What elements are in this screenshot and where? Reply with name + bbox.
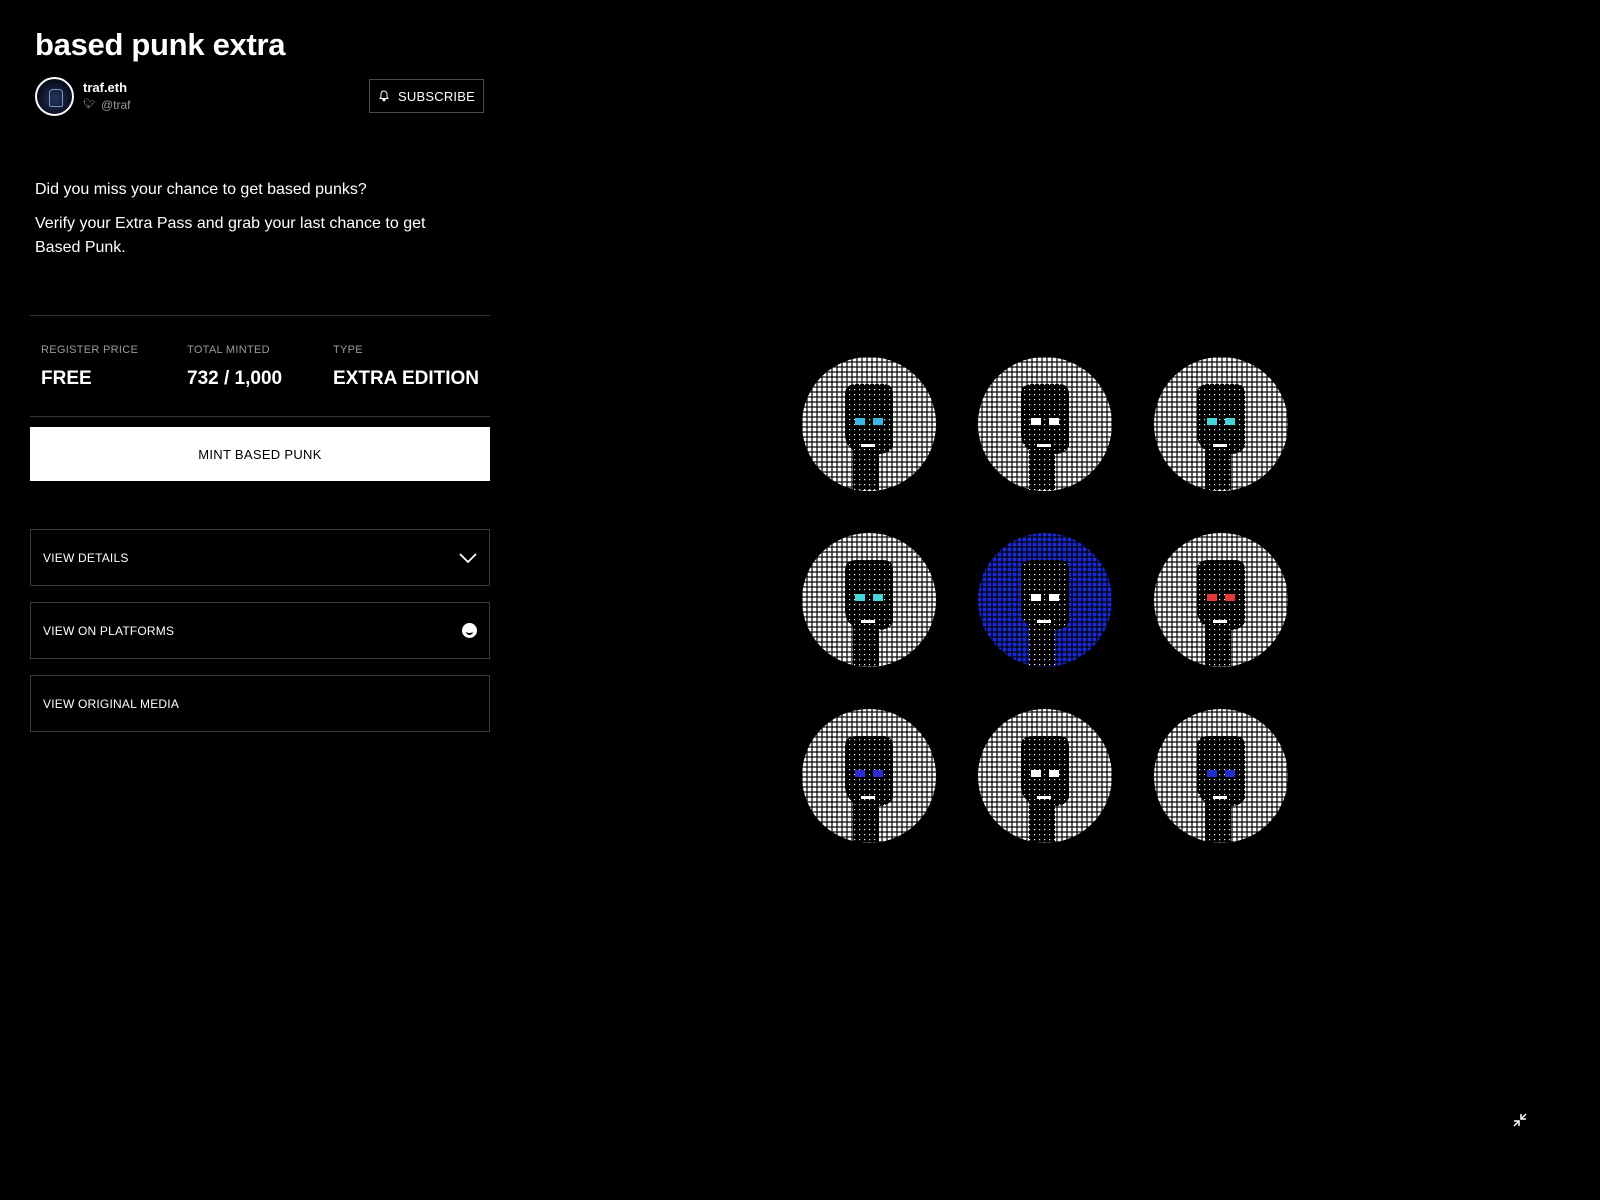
punk-thumbnail <box>1154 357 1288 491</box>
punk-thumbnail <box>978 357 1112 491</box>
collapse-icon[interactable] <box>1512 1112 1528 1128</box>
twitter-icon: 🐦︎ <box>83 99 96 110</box>
opensea-icon <box>462 623 477 638</box>
accordion-label: VIEW ON PLATFORMS <box>43 623 175 638</box>
subscribe-label: SUBSCRIBE <box>398 88 475 104</box>
collection-title: based punk extra <box>35 27 286 62</box>
accordion-label: VIEW DETAILS <box>43 550 129 565</box>
divider <box>30 416 490 417</box>
stats-row: REGISTER PRICE FREE TOTAL MINTED 732 / 1… <box>41 344 479 390</box>
view-details-toggle[interactable]: VIEW DETAILS <box>30 529 490 586</box>
stat-total-minted: TOTAL MINTED 732 / 1,000 <box>187 344 333 390</box>
view-original-media-link[interactable]: VIEW ORIGINAL MEDIA <box>30 675 490 732</box>
subscribe-button[interactable]: SUBSCRIBE <box>369 79 484 113</box>
twitter-handle[interactable]: @traf <box>101 97 131 113</box>
stat-type: TYPE EXTRA EDITION <box>333 344 479 390</box>
stat-value: 732 / 1,000 <box>187 368 283 389</box>
artist-info[interactable]: traf.eth 🐦︎ @traf <box>35 77 131 116</box>
description-line: Did you miss your chance to get based pu… <box>35 181 367 198</box>
punk-thumbnail <box>802 709 936 843</box>
punk-collage-image <box>802 357 1290 843</box>
punk-thumbnail <box>1154 709 1288 843</box>
punk-thumbnail <box>1154 533 1288 667</box>
artist-meta: traf.eth 🐦︎ @traf <box>83 80 131 113</box>
bell-icon <box>379 90 389 102</box>
artist-name[interactable]: traf.eth <box>83 80 131 96</box>
stat-label: TYPE <box>333 344 363 356</box>
view-on-platforms-toggle[interactable]: VIEW ON PLATFORMS <box>30 602 490 659</box>
description-line: Verify your Extra Pass and grab your las… <box>35 215 426 256</box>
punk-collage <box>802 357 1288 843</box>
punk-thumbnail <box>978 709 1112 843</box>
twitter-handle-row[interactable]: 🐦︎ @traf <box>83 97 131 113</box>
accordion-label: VIEW ORIGINAL MEDIA <box>43 696 180 711</box>
stat-label: REGISTER PRICE <box>41 344 139 356</box>
punk-thumbnail <box>802 357 936 491</box>
avatar[interactable] <box>35 77 74 116</box>
stat-label: TOTAL MINTED <box>187 344 270 356</box>
stat-value: FREE <box>41 368 92 389</box>
mint-button[interactable]: MINT BASED PUNK <box>30 427 490 481</box>
stat-value: EXTRA EDITION <box>333 368 480 389</box>
chevron-down-icon <box>459 552 477 563</box>
punk-thumbnail <box>802 533 936 667</box>
divider <box>30 315 490 316</box>
collection-description: Did you miss your chance to get based pu… <box>35 178 465 270</box>
stat-register-price: REGISTER PRICE FREE <box>41 344 187 390</box>
punk-thumbnail <box>978 533 1112 667</box>
